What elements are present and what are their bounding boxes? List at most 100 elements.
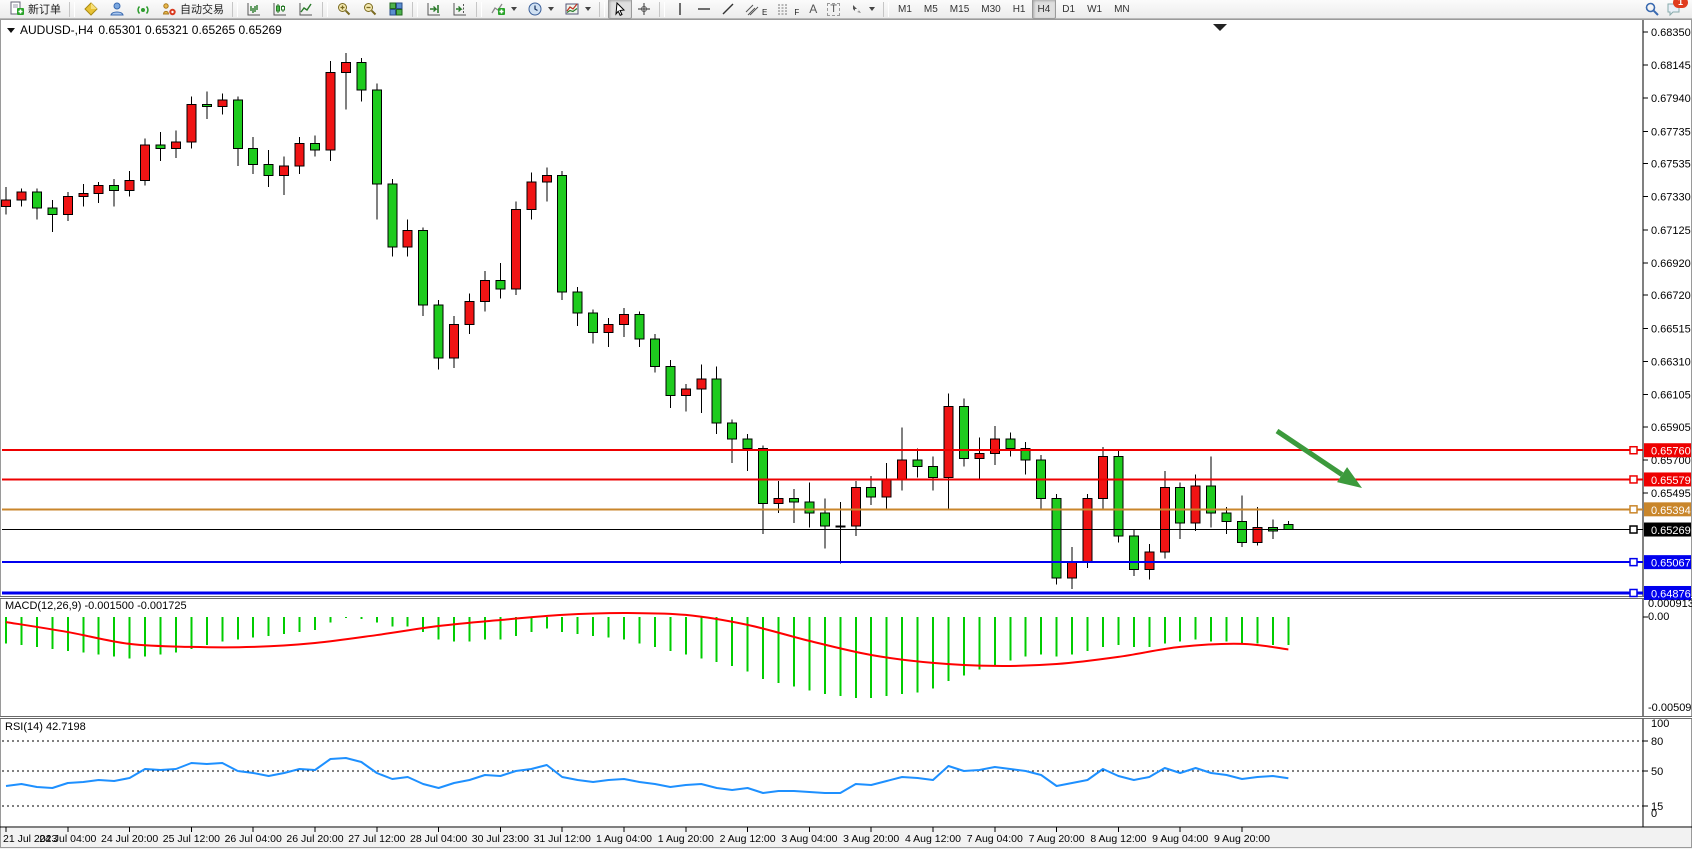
crosshair-tool-button[interactable]: [632, 0, 656, 19]
rsi-line: [6, 758, 1288, 793]
candle: [589, 310, 598, 344]
price-badge-label: 0.65760: [1651, 446, 1691, 458]
candle: [650, 334, 659, 373]
candle: [1068, 547, 1077, 589]
periods-dropdown-caret[interactable]: [548, 7, 554, 11]
time-tick-label: 25 Jul 12:00: [163, 833, 220, 845]
tf-button-m5[interactable]: M5: [918, 0, 944, 19]
hline-handle: [1630, 506, 1637, 513]
fibonacci-tool-button[interactable]: F: [772, 0, 804, 19]
macd-indicator-label: MACD(12,26,9) -0.001500 -0.001725: [5, 600, 187, 612]
tf-button-h4[interactable]: H4: [1032, 0, 1057, 19]
zoom-in-icon: [336, 1, 352, 17]
symbol-dropdown-icon[interactable]: [7, 28, 15, 33]
equidistant-channel-icon: [745, 2, 759, 16]
tf-button-d1[interactable]: D1: [1056, 0, 1081, 19]
candle: [666, 360, 675, 408]
candlestick-chart-button[interactable]: [267, 0, 293, 19]
tf-button-m1[interactable]: M1: [892, 0, 918, 19]
periods-clock-icon: [527, 1, 543, 17]
toolbar-separator: [476, 2, 482, 17]
price-tick-label: 0.67940: [1651, 93, 1691, 105]
candle: [558, 171, 567, 300]
macd-axis-label: 0.00: [1648, 611, 1669, 623]
fibo-glyph: F: [794, 8, 799, 17]
price-badge-label: 0.65579: [1651, 475, 1691, 487]
chart-shift-button[interactable]: [447, 0, 473, 19]
auto-scroll-icon: [426, 1, 442, 17]
rsi-axis-label: 80: [1651, 736, 1663, 748]
auto-scroll-button[interactable]: [421, 0, 447, 19]
text-tool-button[interactable]: A: [804, 0, 822, 19]
new-order-button[interactable]: 新订单: [4, 0, 66, 19]
price-tick-label: 0.67535: [1651, 159, 1691, 171]
time-tick-label: 31 Jul 12:00: [534, 833, 591, 845]
candle: [1176, 483, 1185, 540]
candle: [759, 445, 768, 534]
candle: [1160, 471, 1169, 558]
periods-button[interactable]: [522, 0, 559, 19]
equidistant-channel-tool-button[interactable]: E: [740, 0, 772, 19]
indicators-dropdown-caret[interactable]: [511, 7, 517, 11]
search-icon[interactable]: [1644, 1, 1660, 17]
arrows-tool-button[interactable]: [845, 0, 880, 19]
tile-windows-button[interactable]: [383, 0, 409, 19]
tf-button-h1[interactable]: H1: [1007, 0, 1032, 19]
candle: [1006, 432, 1015, 456]
time-tick-label: 26 Jul 20:00: [286, 833, 343, 845]
candle: [929, 457, 938, 491]
terminal-button[interactable]: [104, 0, 130, 19]
bar-chart-button[interactable]: [241, 0, 267, 19]
trendline-tool-button[interactable]: [716, 0, 740, 19]
tf-button-mn[interactable]: MN: [1108, 0, 1136, 19]
candle: [171, 131, 180, 158]
cursor-icon: [613, 2, 627, 16]
toolbar-separator: [883, 2, 889, 17]
zoom-in-button[interactable]: [331, 0, 357, 19]
line-chart-button[interactable]: [293, 0, 319, 19]
chart-frame: [0, 20, 1692, 848]
candle: [326, 61, 335, 161]
templates-button[interactable]: [559, 0, 596, 19]
rsi-axis-label: 0: [1651, 808, 1657, 820]
price-tick-label: 0.66515: [1651, 323, 1691, 335]
signals-button[interactable]: [130, 0, 156, 19]
candle: [1021, 442, 1030, 474]
metaeditor-button[interactable]: [78, 0, 104, 19]
macd-axis-label: 0.000913: [1648, 598, 1692, 610]
crosshair-icon: [637, 2, 651, 16]
templates-icon: [564, 1, 580, 17]
signals-icon: [135, 1, 151, 17]
cursor-tool-button[interactable]: [608, 0, 632, 19]
price-tick-label: 0.67125: [1651, 225, 1691, 237]
tf-button-m15[interactable]: M15: [944, 0, 975, 19]
bar-chart-icon: [246, 1, 262, 17]
chart-canvas[interactable]: 0.683500.681450.679400.677350.675350.673…: [0, 0, 1692, 849]
rsi-indicator-label: RSI(14) 42.7198: [5, 721, 86, 733]
indicators-button[interactable]: [485, 0, 522, 19]
ohlc-values: 0.65301 0.65321 0.65265 0.65269: [98, 23, 282, 37]
horizontal-line-tool-button[interactable]: [692, 0, 716, 19]
chart-shift-marker[interactable]: [1213, 24, 1227, 31]
autotrading-button[interactable]: 自动交易: [156, 0, 229, 19]
vertical-line-tool-button[interactable]: [668, 0, 692, 19]
candle: [480, 271, 489, 311]
arrows-dropdown-caret[interactable]: [869, 7, 875, 11]
chat-icon[interactable]: 1: [1666, 1, 1682, 17]
candle: [882, 463, 891, 508]
candle: [295, 137, 304, 174]
price-badge-label: 0.65394: [1651, 505, 1691, 517]
time-tick-label: 7 Aug 20:00: [1029, 833, 1085, 845]
time-tick-label: 1 Aug 04:00: [596, 833, 652, 845]
tf-button-w1[interactable]: W1: [1081, 0, 1108, 19]
text-label-tool-button[interactable]: T: [822, 0, 845, 19]
templates-dropdown-caret[interactable]: [585, 7, 591, 11]
price-badge-label: 0.65269: [1651, 525, 1691, 537]
candle: [527, 172, 536, 219]
chart-title: AUDUSD-,H4 0.65301 0.65321 0.65265 0.652…: [7, 23, 282, 37]
candle: [1052, 494, 1061, 584]
tf-button-m30[interactable]: M30: [975, 0, 1006, 19]
candle: [913, 449, 922, 478]
toolbar-separator: [659, 2, 665, 17]
zoom-out-button[interactable]: [357, 0, 383, 19]
